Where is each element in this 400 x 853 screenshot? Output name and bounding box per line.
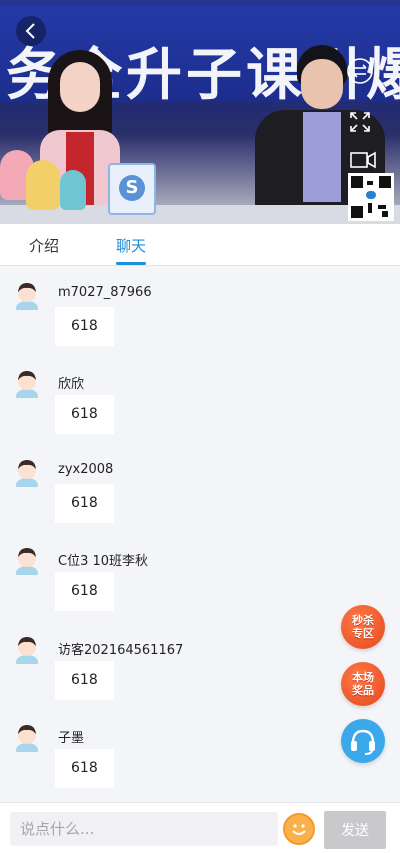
chat-username: m7027_87966 [58, 285, 152, 300]
flash-sale-button[interactable]: 秒杀 专区 [341, 605, 385, 649]
tab-intro[interactable]: 介绍 [29, 235, 59, 256]
chat-message: C位3 10班李秋 618 [0, 531, 400, 619]
prizes-line1: 本场 [352, 671, 374, 684]
tab-chat[interactable]: 聊天 [116, 235, 146, 256]
chat-message: 欣欣 618 [0, 354, 400, 442]
fullscreen-icon [350, 112, 370, 132]
avatar [16, 283, 38, 310]
qr-code [348, 173, 394, 221]
video-switch-icon [350, 151, 376, 169]
back-button[interactable] [16, 16, 46, 46]
flash-sale-line2: 专区 [352, 627, 374, 640]
chat-bubble: 618 [55, 749, 114, 788]
smiley-icon [292, 824, 306, 835]
chat-message: zyx2008 618 [0, 443, 400, 531]
switch-icon [347, 58, 373, 84]
avatar [16, 460, 38, 487]
video-desk [0, 205, 400, 224]
plush-toy [26, 160, 60, 210]
chat-bubble: 618 [55, 661, 114, 700]
tab-bar: 介绍 聊天 [0, 224, 400, 266]
video-player[interactable]: 务全升子课引爆 S [0, 0, 400, 224]
chat-input[interactable] [10, 812, 278, 846]
chat-bubble: 618 [55, 572, 114, 611]
emoji-button[interactable] [283, 813, 315, 845]
chat-message: 子墨 618 [0, 708, 400, 796]
active-tab-indicator [116, 262, 146, 265]
customer-service-button[interactable] [341, 719, 385, 763]
flash-sale-line1: 秒杀 [352, 614, 374, 627]
plush-toy [60, 170, 86, 210]
chat-list[interactable]: m7027_87966 618 欣欣 618 zyx2008 618 C位3 1… [0, 266, 400, 802]
chat-message: m7027_87966 618 [0, 266, 400, 354]
prizes-button[interactable]: 本场 奖品 [341, 662, 385, 706]
chat-username: 欣欣 [58, 377, 85, 392]
chat-username: zyx2008 [58, 462, 114, 477]
prizes-line2: 奖品 [352, 684, 374, 697]
chat-username: 访客202164561167 [58, 643, 184, 658]
chat-bubble: 618 [55, 484, 114, 523]
headset-icon [351, 729, 375, 755]
send-button[interactable]: 发送 [324, 811, 386, 849]
product-box: S [108, 163, 156, 215]
chat-bubble: 618 [55, 307, 114, 346]
switch-line-button[interactable] [346, 57, 374, 85]
chat-message: 访客202164561167 618 [0, 620, 400, 708]
avatar [16, 637, 38, 664]
chat-input-bar: 发送 [0, 802, 400, 853]
chat-bubble: 618 [55, 395, 114, 434]
avatar [16, 371, 38, 398]
fullscreen-button[interactable] [348, 110, 376, 138]
chat-username: 子墨 [58, 731, 85, 746]
chat-username: C位3 10班李秋 [58, 554, 149, 569]
avatar [16, 725, 38, 752]
chevron-left-icon [25, 23, 35, 39]
avatar [16, 548, 38, 575]
